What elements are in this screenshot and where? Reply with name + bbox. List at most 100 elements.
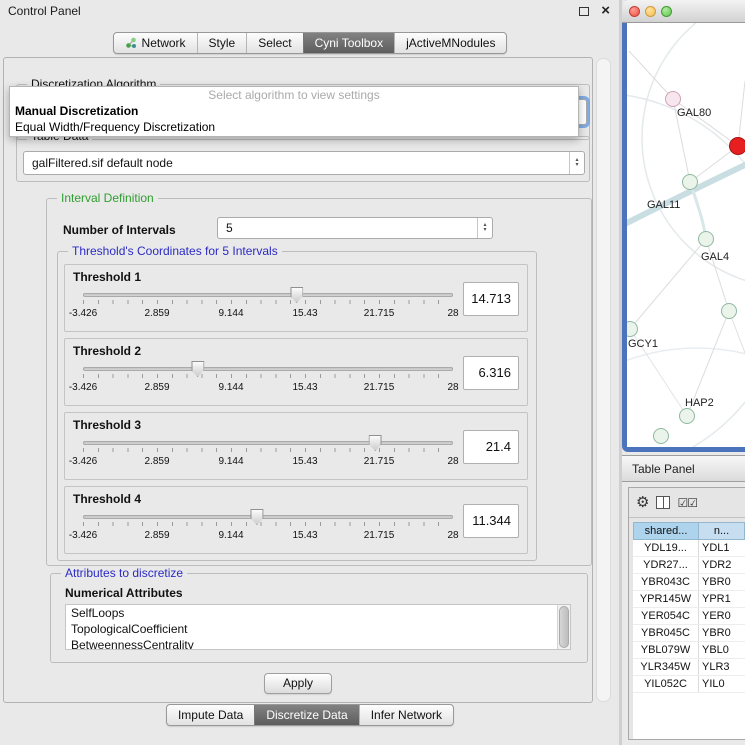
table-row[interactable]: YBL079WYBL0 bbox=[633, 642, 745, 659]
algorithm-option[interactable]: Manual Discretization bbox=[10, 103, 578, 119]
minimize-traffic-light-icon[interactable] bbox=[645, 6, 656, 17]
table-cell: YIL0 bbox=[699, 676, 745, 692]
table-row[interactable]: YPR145WYPR1 bbox=[633, 591, 745, 608]
attributes-list-scrollbar[interactable] bbox=[557, 605, 570, 649]
attribute-list-item[interactable]: BetweennessCentrality bbox=[66, 637, 570, 650]
table-data-combobox[interactable]: galFiltered.sif default node ▴▾ bbox=[23, 151, 585, 175]
tab-network[interactable]: Network bbox=[114, 33, 197, 53]
attribute-list-item[interactable]: SelfLoops bbox=[66, 605, 570, 621]
threshold-value-field[interactable]: 11.344 bbox=[463, 504, 519, 538]
table-cell: YDL19... bbox=[633, 540, 699, 556]
slider-track[interactable] bbox=[83, 293, 453, 297]
select-columns-icon[interactable]: ☑☑ bbox=[677, 497, 697, 509]
algorithm-placeholder: Select algorithm to view settings bbox=[10, 87, 578, 103]
table-row[interactable]: YIL052CYIL0 bbox=[633, 676, 745, 693]
tab-label: Cyni Toolbox bbox=[315, 36, 383, 50]
table-cell: YBL0 bbox=[699, 642, 745, 658]
tab-infer-network[interactable]: Infer Network bbox=[359, 705, 453, 725]
table-row[interactable]: YBR045CYBR0 bbox=[633, 625, 745, 642]
network-node[interactable] bbox=[653, 428, 669, 444]
table-row[interactable]: YBR043CYBR0 bbox=[633, 574, 745, 591]
table-cell: YER0 bbox=[699, 608, 745, 624]
threshold-value-field[interactable]: 21.4 bbox=[463, 430, 519, 464]
slider-track[interactable] bbox=[83, 441, 453, 445]
slider-scale: -3.4262.8599.14415.4321.71528 bbox=[83, 382, 453, 394]
slider-scale-label: 15.43 bbox=[292, 456, 317, 467]
network-node[interactable] bbox=[682, 174, 698, 190]
threshold-slider[interactable]: -3.4262.8599.14415.4321.71528 bbox=[83, 361, 453, 401]
tab-label: Network bbox=[142, 36, 186, 50]
table-row[interactable]: YER054CYER0 bbox=[633, 608, 745, 625]
control-panel: Control Panel × NetworkStyleSelectCyni T… bbox=[0, 0, 620, 745]
table-row[interactable]: YDR27...YDR2 bbox=[633, 557, 745, 574]
table-column-header[interactable]: n... bbox=[699, 522, 745, 540]
table-row[interactable]: YLR345WYLR3 bbox=[633, 659, 745, 676]
close-icon[interactable]: × bbox=[601, 5, 610, 17]
network-window-titlebar[interactable] bbox=[622, 0, 745, 23]
slider-scale-label: 21.715 bbox=[364, 382, 395, 393]
columns-icon[interactable] bbox=[656, 496, 670, 509]
threshold-slider[interactable]: -3.4262.8599.14415.4321.71528 bbox=[83, 287, 453, 327]
interval-definition-group-title: Interval Definition bbox=[57, 191, 158, 205]
threshold-slider[interactable]: -3.4262.8599.14415.4321.71528 bbox=[83, 435, 453, 475]
thresholds-group: Threshold's Coordinates for 5 Intervals … bbox=[57, 251, 537, 561]
maximize-traffic-light-icon[interactable] bbox=[661, 6, 672, 17]
tab-label: Impute Data bbox=[178, 708, 243, 722]
threshold-label: Threshold 2 bbox=[73, 344, 141, 358]
table-cell: YIL052C bbox=[633, 676, 699, 692]
table-panel-header[interactable]: Table Panel bbox=[622, 455, 745, 482]
slider-scale-label: 28 bbox=[447, 308, 458, 319]
close-traffic-light-icon[interactable] bbox=[629, 6, 640, 17]
tab-select[interactable]: Select bbox=[246, 33, 302, 53]
network-node[interactable] bbox=[627, 321, 638, 337]
table-column-header[interactable]: shared... bbox=[633, 522, 699, 540]
slider-scale-label: 28 bbox=[447, 530, 458, 541]
selected-network-node[interactable] bbox=[729, 137, 745, 155]
scrollbar-thumb[interactable] bbox=[559, 606, 569, 648]
number-of-intervals-combobox[interactable]: 5 ▴▾ bbox=[217, 217, 493, 239]
table-cell: YBL079W bbox=[633, 642, 699, 658]
network-node[interactable] bbox=[665, 91, 681, 107]
tab-jactivemnodules[interactable]: jActiveMNodules bbox=[394, 33, 506, 53]
network-node[interactable] bbox=[721, 303, 737, 319]
threshold-label: Threshold 3 bbox=[73, 418, 141, 432]
combo-stepper-icon[interactable]: ▴▾ bbox=[477, 218, 492, 238]
table-panel-title: Table Panel bbox=[632, 462, 695, 476]
combo-stepper-icon[interactable]: ▴▾ bbox=[569, 152, 584, 174]
table-row[interactable]: YDL19...YDL1 bbox=[633, 540, 745, 557]
attributes-items: SelfLoopsTopologicalCoefficientBetweenne… bbox=[66, 605, 570, 650]
slider-scale-label: 9.144 bbox=[218, 382, 243, 393]
tab-impute-data[interactable]: Impute Data bbox=[167, 705, 254, 725]
tab-cyni-toolbox[interactable]: Cyni Toolbox bbox=[303, 33, 394, 53]
slider-ticks bbox=[83, 300, 453, 304]
numerical-attributes-list[interactable]: SelfLoopsTopologicalCoefficientBetweenne… bbox=[65, 604, 571, 650]
threshold-slider[interactable]: -3.4262.8599.14415.4321.71528 bbox=[83, 509, 453, 549]
table-cell: YDL1 bbox=[699, 540, 745, 556]
algorithm-option[interactable]: Equal Width/Frequency Discretization bbox=[10, 119, 578, 135]
slider-scale-label: 9.144 bbox=[218, 530, 243, 541]
float-window-icon[interactable] bbox=[579, 7, 589, 16]
control-panel-scrollbar[interactable] bbox=[596, 58, 611, 702]
network-canvas[interactable]: GAL80GAL11GAL4GCY1HAP2 bbox=[627, 23, 745, 447]
tab-discretize-data[interactable]: Discretize Data bbox=[254, 705, 358, 725]
network-node-label: GCY1 bbox=[628, 338, 658, 350]
table-toolbar: ⚙ ☑☑ bbox=[629, 488, 745, 518]
attribute-list-item[interactable]: TopologicalCoefficient bbox=[66, 621, 570, 637]
tab-label: Style bbox=[209, 36, 236, 50]
network-node[interactable] bbox=[679, 408, 695, 424]
threshold-panel: Threshold 1 -3.4262.8599.14415.4321.7152… bbox=[64, 264, 528, 332]
apply-button[interactable]: Apply bbox=[264, 673, 332, 694]
threshold-value-field[interactable]: 14.713 bbox=[463, 282, 519, 316]
table-data-group: Table Data galFiltered.sif default node … bbox=[16, 136, 590, 182]
slider-track[interactable] bbox=[83, 367, 453, 371]
tab-style[interactable]: Style bbox=[197, 33, 247, 53]
threshold-value-field[interactable]: 6.316 bbox=[463, 356, 519, 390]
number-of-intervals-label: Number of Intervals bbox=[63, 223, 176, 237]
table-cell: YBR0 bbox=[699, 574, 745, 590]
network-nodes: GAL80GAL11GAL4GCY1HAP2 bbox=[627, 23, 745, 447]
gear-icon[interactable]: ⚙ bbox=[636, 495, 649, 510]
network-node[interactable] bbox=[698, 231, 714, 247]
interval-definition-group: Interval Definition Number of Intervals … bbox=[46, 198, 592, 566]
slider-scale-label: 2.859 bbox=[144, 456, 169, 467]
slider-track[interactable] bbox=[83, 515, 453, 519]
